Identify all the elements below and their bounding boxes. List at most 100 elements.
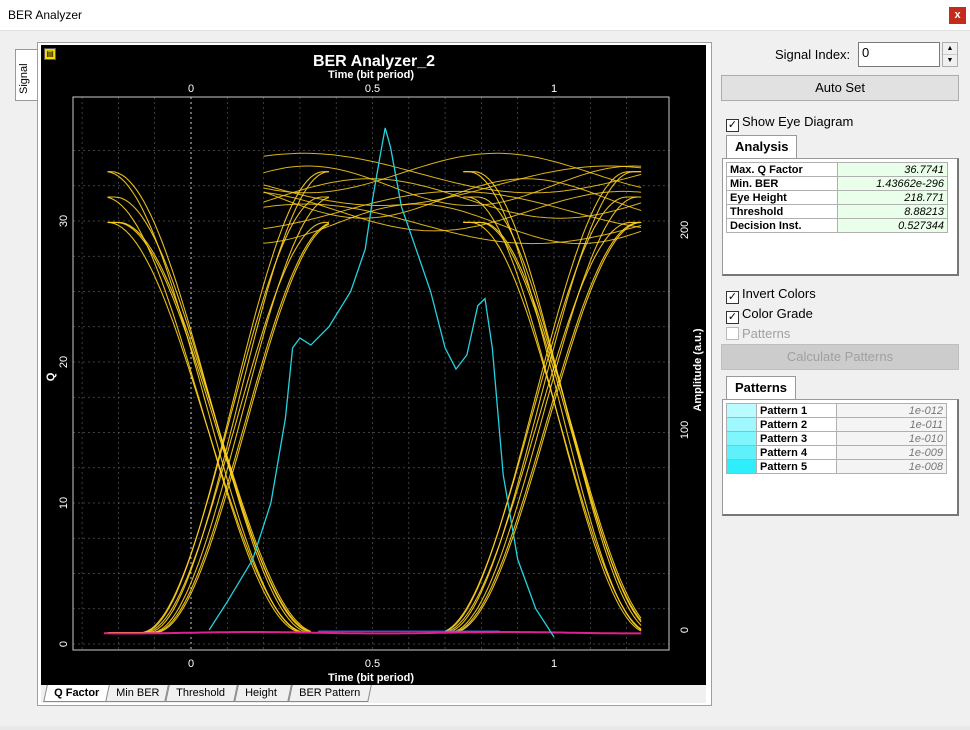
pattern-value: 1e-008: [836, 459, 947, 474]
invert-colors-checkbox[interactable]: ✓ Invert Colors: [726, 286, 816, 304]
analysis-row: Eye Height 218.771: [726, 190, 948, 205]
analysis-value: 8.88213: [837, 204, 948, 219]
checkbox-checked-icon: ✓: [726, 311, 739, 324]
pattern-name: Pattern 1: [756, 403, 837, 418]
right-tick-label: 0: [679, 627, 691, 633]
invert-colors-label: Invert Colors: [742, 286, 816, 301]
top-tick-label: 0: [188, 83, 194, 95]
checkbox-checked-icon: ✓: [726, 291, 739, 304]
bottom-tick-label: 0: [188, 658, 194, 670]
plot-area: [73, 97, 669, 650]
eye-diagram-plot[interactable]: BER Analyzer_2 Time (bit period) Time (b…: [41, 45, 706, 685]
spin-down-icon[interactable]: ▼: [943, 55, 957, 67]
tab-height-label: Height: [245, 687, 277, 699]
right-tick-label: 100: [679, 421, 691, 439]
analysis-table-box: Max. Q Factor 36.7741 Min. BER 1.43662e-2…: [722, 158, 959, 276]
window-title: BER Analyzer: [8, 8, 83, 22]
control-panel: Signal Index: 0 ▲ ▼ Auto Set ✓ Show Eye D…: [717, 38, 966, 520]
pattern-value: 1e-010: [836, 431, 947, 446]
tab-q-factor-label: Q Factor: [54, 687, 100, 699]
tab-signal-label: Signal: [18, 63, 30, 94]
analysis-table: Max. Q Factor 36.7741 Min. BER 1.43662e-2…: [726, 162, 948, 233]
spin-up-icon[interactable]: ▲: [943, 43, 957, 55]
top-tick-label: 1: [551, 83, 557, 95]
tab-signal[interactable]: Signal: [15, 49, 37, 101]
tab-height[interactable]: Height: [234, 685, 292, 702]
tab-ber-pattern[interactable]: BER Pattern: [288, 685, 372, 702]
analysis-key: Decision Inst.: [726, 218, 838, 233]
left-tick-label: 0: [58, 641, 70, 647]
analysis-row: Threshold 8.88213: [726, 204, 948, 219]
tab-threshold-label: Threshold: [176, 687, 226, 699]
pattern-name: Pattern 2: [756, 417, 837, 432]
close-button[interactable]: x: [949, 7, 966, 24]
bottom-axis-label: Time (bit period): [328, 672, 414, 684]
analysis-key: Threshold: [726, 204, 838, 219]
plot-menu-icon[interactable]: ▤: [44, 48, 56, 60]
auto-set-button[interactable]: Auto Set: [721, 75, 959, 101]
pattern-color-swatch: [726, 459, 757, 474]
left-tick-label: 10: [58, 497, 70, 509]
pattern-name: Pattern 4: [756, 445, 837, 460]
pattern-name: Pattern 5: [756, 459, 837, 474]
tab-threshold[interactable]: Threshold: [165, 685, 238, 702]
color-grade-label: Color Grade: [742, 306, 813, 321]
patterns-checkbox[interactable]: Patterns: [726, 326, 790, 342]
pattern-color-swatch: [726, 431, 757, 446]
tab-min-ber[interactable]: Min BER: [105, 685, 169, 702]
left-tick-label: 30: [58, 215, 70, 227]
left-tick-label: 20: [58, 356, 70, 368]
left-axis-label: Q: [45, 372, 57, 381]
status-bar: [0, 726, 970, 730]
title-bar: BER Analyzer x: [0, 0, 970, 31]
tab-patterns[interactable]: Patterns: [726, 376, 797, 400]
analysis-key: Min. BER: [726, 176, 838, 191]
pattern-color-swatch: [726, 403, 757, 418]
plot-grid: [73, 97, 669, 650]
show-eye-diagram-label: Show Eye Diagram: [742, 114, 854, 129]
pattern-name: Pattern 3: [756, 431, 837, 446]
top-tick-label: 0.5: [365, 83, 380, 95]
plot-bottom-tabs: Q Factor Min BER Threshold Height BER Pa…: [41, 685, 706, 703]
bottom-tick-label: 1: [551, 658, 557, 670]
checkbox-unchecked-icon: [726, 327, 739, 340]
patterns-checkbox-label: Patterns: [742, 326, 791, 341]
analysis-row: Min. BER 1.43662e-296: [726, 176, 948, 191]
checkbox-checked-icon: ✓: [726, 119, 739, 132]
pattern-value: 1e-009: [836, 445, 947, 460]
tab-min-ber-label: Min BER: [116, 687, 160, 699]
pattern-row[interactable]: Pattern 1 1e-012: [726, 403, 947, 418]
tab-q-factor[interactable]: Q Factor: [43, 685, 111, 702]
analysis-value: 0.527344: [837, 218, 948, 233]
top-axis-label: Time (bit period): [328, 69, 414, 81]
patterns-table: Pattern 1 1e-012 Pattern 2 1e-011 Patter…: [726, 403, 947, 474]
analysis-value: 218.771: [837, 190, 948, 205]
tab-analysis[interactable]: Analysis: [726, 135, 798, 159]
tab-ber-pattern-label: BER Pattern: [299, 687, 361, 699]
color-grade-checkbox[interactable]: ✓ Color Grade: [726, 306, 813, 324]
right-axis-label: Amplitude (a.u.): [692, 328, 704, 411]
pattern-row[interactable]: Pattern 3 1e-010: [726, 431, 947, 446]
pattern-value: 1e-012: [836, 403, 947, 418]
pattern-row[interactable]: Pattern 4 1e-009: [726, 445, 947, 460]
pattern-row[interactable]: Pattern 5 1e-008: [726, 459, 947, 474]
right-tick-label: 200: [679, 221, 691, 239]
analysis-row: Max. Q Factor 36.7741: [726, 162, 948, 177]
analysis-key: Max. Q Factor: [726, 162, 838, 177]
plot-title: BER Analyzer_2: [313, 53, 435, 70]
signal-index-spinner[interactable]: ▲ ▼: [942, 42, 958, 67]
pattern-color-swatch: [726, 417, 757, 432]
pattern-value: 1e-011: [836, 417, 947, 432]
analysis-key: Eye Height: [726, 190, 838, 205]
pattern-color-swatch: [726, 445, 757, 460]
calculate-patterns-button[interactable]: Calculate Patterns: [721, 344, 959, 370]
bottom-tick-label: 0.5: [365, 658, 380, 670]
signal-index-input[interactable]: 0: [858, 42, 940, 67]
analysis-row: Decision Inst. 0.527344: [726, 218, 948, 233]
analysis-value: 1.43662e-296: [837, 176, 948, 191]
patterns-table-box: Pattern 1 1e-012 Pattern 2 1e-011 Patter…: [722, 399, 959, 516]
signal-index-label: Signal Index:: [775, 47, 851, 62]
show-eye-diagram-checkbox[interactable]: ✓ Show Eye Diagram: [726, 114, 854, 132]
pattern-row[interactable]: Pattern 2 1e-011: [726, 417, 947, 432]
analysis-value: 36.7741: [837, 162, 948, 177]
